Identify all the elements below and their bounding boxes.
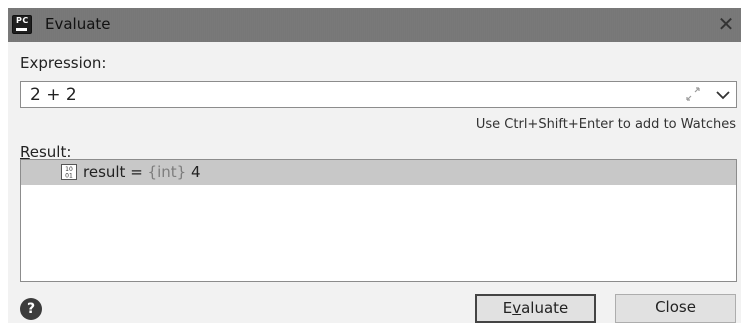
evaluate-button[interactable]: Evaluate	[475, 294, 596, 323]
help-icon[interactable]: ?	[20, 298, 42, 320]
int-variable-icon: 10 01	[61, 164, 77, 180]
watches-hint: Use Ctrl+Shift+Enter to add to Watches	[475, 117, 736, 132]
result-text: result = {int} 4	[83, 163, 201, 182]
expand-icon[interactable]	[684, 85, 702, 103]
close-button[interactable]: Close	[615, 294, 736, 323]
window-title: Evaluate	[45, 15, 111, 33]
chevron-down-icon[interactable]	[714, 86, 732, 104]
expression-input[interactable]: 2 + 2	[20, 81, 737, 108]
evaluate-dialog: Expression: 2 + 2 Use Ctrl+Shift+Enter t…	[8, 42, 741, 323]
expression-value[interactable]: 2 + 2	[30, 85, 77, 105]
app-icon-text: PC	[16, 16, 29, 25]
title-bar: PC Evaluate ✕	[8, 8, 741, 42]
result-tree[interactable]: 10 01 result = {int} 4	[20, 159, 737, 282]
pycharm-icon: PC	[12, 15, 32, 34]
result-type: {int}	[147, 163, 187, 181]
result-row[interactable]: 10 01 result = {int} 4	[21, 160, 736, 185]
close-icon[interactable]: ✕	[713, 11, 739, 37]
int-icon-bottom-text: 01	[65, 173, 73, 180]
evaluate-label-post: aluate	[521, 299, 569, 317]
evaluate-label-mnemonic: v	[512, 299, 522, 317]
result-name: result =	[83, 163, 148, 181]
result-value: 4	[186, 163, 201, 181]
expression-label: Expression:	[20, 54, 107, 72]
app-icon-bar	[16, 28, 27, 31]
evaluate-label-pre: E	[502, 299, 513, 317]
